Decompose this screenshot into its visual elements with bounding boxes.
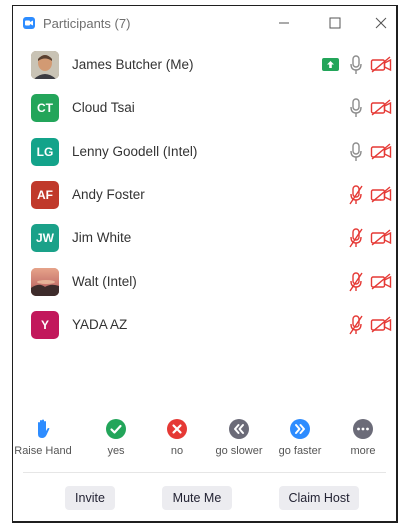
raise-hand-icon bbox=[32, 418, 54, 440]
reaction-label: go faster bbox=[278, 445, 322, 457]
video-off-icon[interactable] bbox=[370, 272, 392, 290]
participant-row[interactable]: Y YADA AZ bbox=[13, 304, 396, 347]
reaction-label: more bbox=[350, 445, 376, 457]
divider bbox=[23, 472, 386, 473]
avatar: Y bbox=[31, 310, 59, 339]
reaction-more[interactable]: more bbox=[328, 418, 398, 457]
mute-me-button[interactable]: Mute Me bbox=[162, 486, 232, 510]
participant-name: Jim White bbox=[72, 230, 132, 246]
participant-name: Cloud Tsai bbox=[72, 100, 135, 116]
participant-name: Lenny Goodell (Intel) bbox=[72, 143, 198, 159]
invite-button[interactable]: Invite bbox=[65, 486, 115, 510]
reaction-label: no bbox=[170, 445, 184, 457]
window-title: Participants (7) bbox=[43, 16, 131, 31]
mic-muted-icon[interactable] bbox=[349, 228, 363, 248]
fast-forward-icon bbox=[289, 418, 311, 440]
video-off-icon[interactable] bbox=[370, 316, 392, 333]
mic-muted-icon[interactable] bbox=[349, 315, 363, 335]
reaction-label: Raise Hand bbox=[14, 445, 72, 457]
mic-icon[interactable] bbox=[349, 98, 363, 118]
video-off-icon[interactable] bbox=[370, 99, 392, 116]
reaction-label: go slower bbox=[215, 445, 263, 457]
video-off-icon[interactable] bbox=[370, 143, 392, 160]
video-off-icon[interactable] bbox=[370, 56, 392, 73]
video-off-icon[interactable] bbox=[370, 186, 392, 203]
reaction-label: yes bbox=[107, 445, 125, 457]
mic-icon[interactable] bbox=[349, 55, 363, 75]
participant-row[interactable]: JW Jim White bbox=[13, 217, 396, 260]
avatar: AF bbox=[31, 180, 59, 209]
participant-name: James Butcher (Me) bbox=[72, 57, 194, 72]
rewind-icon bbox=[228, 418, 250, 440]
participant-name: YADA AZ bbox=[72, 316, 128, 332]
reaction-x[interactable]: no bbox=[142, 418, 212, 457]
mic-muted-icon[interactable] bbox=[349, 185, 363, 205]
avatar bbox=[31, 51, 59, 79]
participant-row[interactable]: James Butcher (Me) bbox=[13, 44, 396, 87]
participant-row[interactable]: CT Cloud Tsai bbox=[13, 87, 396, 130]
zoom-app-icon bbox=[23, 17, 35, 29]
maximize-button[interactable] bbox=[325, 13, 345, 33]
participant-row[interactable]: AF Andy Foster bbox=[13, 174, 396, 217]
more-icon bbox=[352, 418, 374, 440]
avatar bbox=[31, 267, 59, 296]
avatar: CT bbox=[31, 94, 59, 123]
close-button[interactable] bbox=[371, 13, 391, 33]
check-icon bbox=[105, 418, 127, 440]
participant-row[interactable]: Walt (Intel) bbox=[13, 261, 396, 304]
reaction-raise-hand[interactable]: Raise Hand bbox=[8, 418, 78, 457]
participant-name: Walt (Intel) bbox=[72, 273, 137, 289]
participant-name: Andy Foster bbox=[72, 186, 145, 202]
minimize-button[interactable] bbox=[274, 13, 294, 33]
reaction-fast-forward[interactable]: go faster bbox=[265, 418, 335, 457]
x-icon bbox=[166, 418, 188, 440]
title-bar: Participants (7) bbox=[13, 6, 396, 40]
video-off-icon[interactable] bbox=[370, 229, 392, 246]
reaction-check[interactable]: yes bbox=[81, 418, 151, 457]
claim-host-button[interactable]: Claim Host bbox=[279, 486, 359, 510]
mic-muted-icon[interactable] bbox=[349, 271, 363, 292]
participants-window: Participants (7) James Butcher (Me) CT Clo… bbox=[12, 5, 398, 523]
avatar: LG bbox=[31, 137, 59, 166]
mic-icon[interactable] bbox=[349, 141, 363, 162]
nonverbal-feedback-bar: Raise Hand yes no go slower go faster more bbox=[13, 418, 396, 470]
participant-row[interactable]: LG Lenny Goodell (Intel) bbox=[13, 131, 396, 174]
avatar: JW bbox=[31, 224, 59, 253]
reaction-rewind[interactable]: go slower bbox=[204, 418, 274, 457]
screen-share-icon bbox=[322, 58, 339, 71]
